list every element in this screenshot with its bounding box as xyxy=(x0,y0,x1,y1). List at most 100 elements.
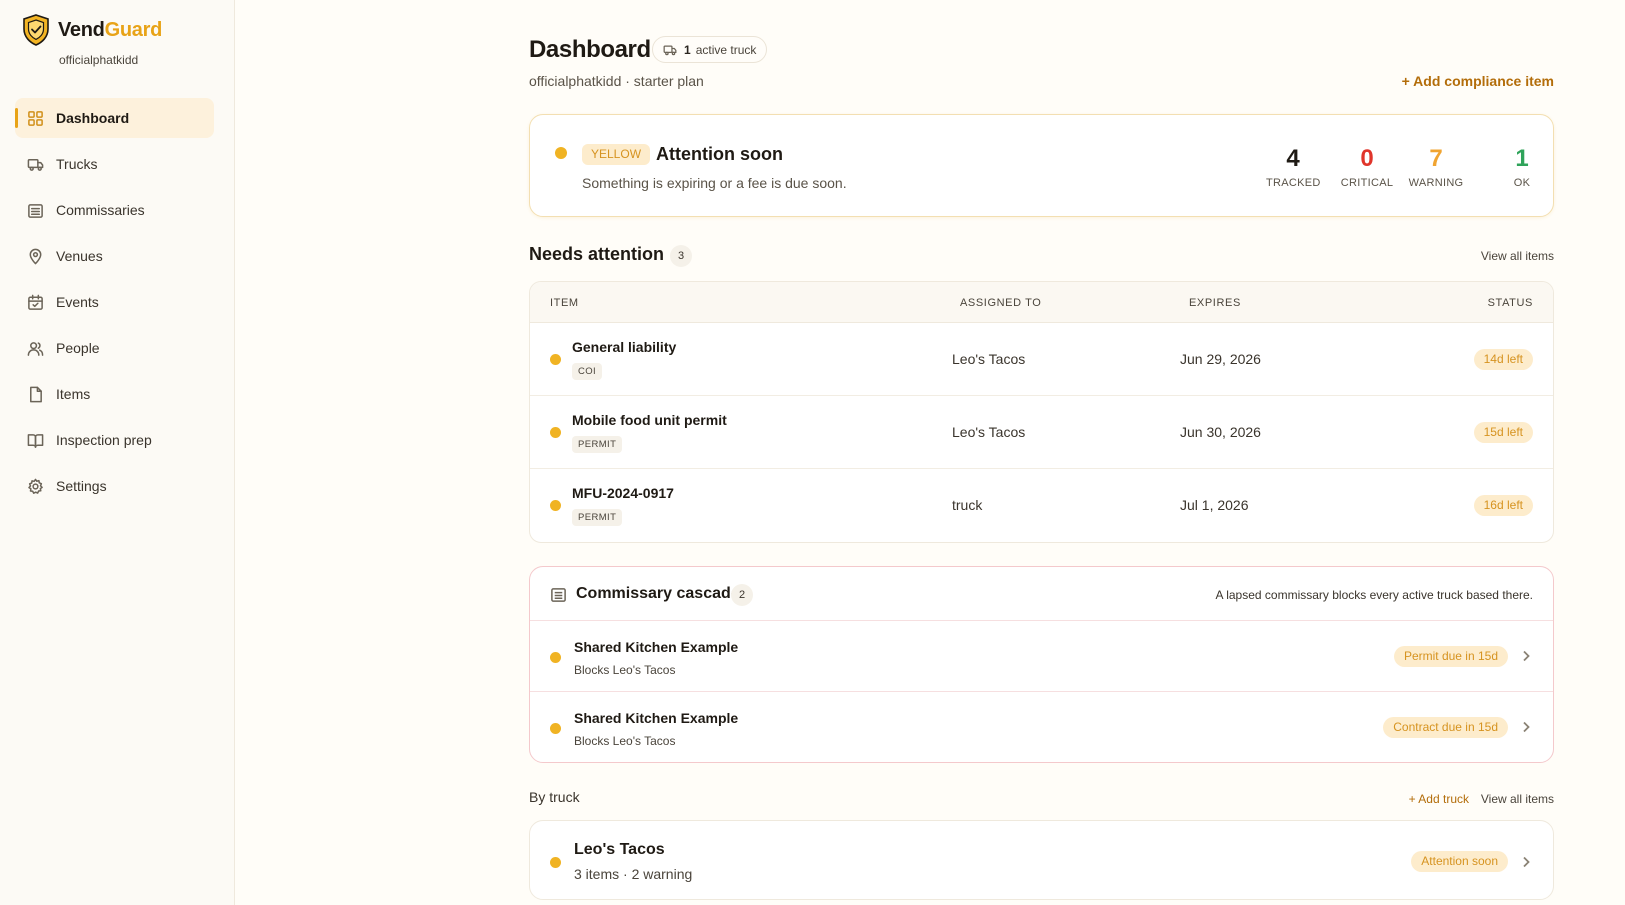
item-name: Mobile food unit permit xyxy=(572,412,727,428)
sidebar-item-label: Inspection prep xyxy=(56,432,152,448)
sidebar-item-commissaries[interactable]: Commissaries xyxy=(15,190,214,230)
blocks-text: Blocks Leo's Tacos xyxy=(574,734,676,748)
brand-username: officialphatkidd xyxy=(59,53,139,67)
needs-attention-table: ITEM ASSIGNED TO EXPIRES STATUS General … xyxy=(529,281,1554,543)
table-header: ITEM ASSIGNED TO EXPIRES STATUS xyxy=(530,282,1553,323)
status-badge: 15d left xyxy=(1473,422,1533,443)
expiry-date: Jun 30, 2026 xyxy=(1180,424,1261,440)
view-all-items-link[interactable]: View all items xyxy=(1481,249,1554,263)
blocks-text: Blocks Leo's Tacos xyxy=(574,663,676,677)
sidebar-item-label: Settings xyxy=(56,478,107,494)
status-badge: Attention soon xyxy=(1411,851,1508,872)
cascade-title: Commissary cascade xyxy=(576,585,740,602)
sidebar-item-label: Events xyxy=(56,294,99,310)
cascade-row[interactable]: Shared Kitchen Example Blocks Leo's Taco… xyxy=(530,692,1553,762)
page-title: Dashboard xyxy=(529,36,651,63)
metric-value: 7 xyxy=(1429,145,1443,172)
active-trucks-label: active truck xyxy=(695,42,757,57)
map-pin-icon xyxy=(29,248,42,264)
status-dot xyxy=(555,147,567,159)
brand-name: VendGuard xyxy=(58,18,162,41)
status-dot xyxy=(550,857,561,868)
sidebar-item-label: People xyxy=(56,340,100,356)
cascade-row[interactable]: Shared Kitchen Example Blocks Leo's Taco… xyxy=(530,621,1553,692)
sidebar-item-label: Items xyxy=(56,386,91,402)
column-header-expires: EXPIRES xyxy=(1189,297,1241,309)
sidebar: VendGuard officialphatkidd Dashboard Tru… xyxy=(0,0,235,905)
metric-value: 1 xyxy=(1515,145,1529,172)
item-name: MFU-2024-0917 xyxy=(572,485,674,501)
sidebar-item-trucks[interactable]: Trucks xyxy=(15,144,214,184)
truck-icon xyxy=(663,44,677,55)
column-header-assigned-to: ASSIGNED TO xyxy=(960,297,1042,309)
sidebar-item-people[interactable]: People xyxy=(15,328,214,368)
status-dot xyxy=(550,723,561,734)
assigned-to: Leo's Tacos xyxy=(952,424,1026,440)
sidebar-item-label: Trucks xyxy=(56,156,98,172)
assigned-to: Leo's Tacos xyxy=(952,351,1026,367)
active-trucks-pill: 1 active truck xyxy=(652,36,768,63)
status-dot xyxy=(550,427,561,438)
status-badge: 14d left xyxy=(1473,349,1533,370)
gear-icon xyxy=(28,478,43,494)
status-badge: 16d left xyxy=(1473,495,1533,516)
status-description: Something is expiring or a fee is due so… xyxy=(582,175,847,191)
add-truck-link[interactable]: + Add truck xyxy=(1409,792,1469,806)
sidebar-item-venues[interactable]: Venues xyxy=(15,236,214,276)
status-badge: Contract due in 15d xyxy=(1383,717,1508,738)
account-subtitle: officialphatkidd · starter plan xyxy=(529,73,704,89)
view-all-items-link[interactable]: View all items xyxy=(1481,792,1554,806)
metric-label: WARNING xyxy=(1408,177,1464,189)
commissary-name: Shared Kitchen Example xyxy=(574,710,739,726)
status-summary-card: YELLOW Attention soon Something is expir… xyxy=(529,114,1554,217)
metric-ok: 1 OK xyxy=(1507,145,1537,189)
truck-meta: 3 items · 2 warning xyxy=(574,866,693,882)
status-dot xyxy=(550,500,561,511)
sidebar-item-settings[interactable]: Settings xyxy=(15,466,214,506)
sidebar-item-events[interactable]: Events xyxy=(15,282,214,322)
truck-card[interactable]: Leo's Tacos 3 items · 2 warning Attentio… xyxy=(529,820,1554,900)
metric-label: CRITICAL xyxy=(1340,177,1394,189)
commissary-cascade-card: Commissary cascade 2 A lapsed commissary… xyxy=(529,566,1554,763)
status-level-tag: YELLOW xyxy=(582,144,651,165)
metric-warning: 7 WARNING xyxy=(1406,145,1466,189)
status-title: Attention soon xyxy=(656,144,783,164)
item-name: General liability xyxy=(572,339,677,355)
metric-critical: 0 CRITICAL xyxy=(1339,145,1395,189)
add-compliance-item-link[interactable]: + Add compliance item xyxy=(1402,73,1554,89)
metric-label: TRACKED xyxy=(1266,177,1321,189)
calendar-icon xyxy=(28,294,43,310)
chevron-right-icon xyxy=(1523,650,1530,662)
users-icon xyxy=(27,341,44,356)
sidebar-item-items[interactable]: Items xyxy=(15,374,214,414)
cascade-header: Commissary cascade 2 A lapsed commissary… xyxy=(530,567,1553,621)
cascade-count: 2 xyxy=(731,584,753,606)
building-icon xyxy=(28,203,43,218)
cascade-note: A lapsed commissary blocks every active … xyxy=(1215,588,1533,602)
assigned-to: truck xyxy=(952,497,983,513)
grid-icon xyxy=(28,110,43,126)
expiry-date: Jun 29, 2026 xyxy=(1180,351,1261,367)
sidebar-item-label: Commissaries xyxy=(56,202,145,218)
file-icon xyxy=(30,386,42,402)
needs-attention-count: 3 xyxy=(670,245,692,267)
status-dot xyxy=(550,652,561,663)
brand-logo[interactable]: VendGuard xyxy=(22,14,162,46)
shield-logo-icon xyxy=(23,14,49,46)
metric-value: 4 xyxy=(1286,145,1300,172)
sidebar-item-inspection-prep[interactable]: Inspection prep xyxy=(15,420,214,460)
truck-icon xyxy=(27,158,44,171)
sidebar-nav: Dashboard Trucks Commissaries Venues Eve… xyxy=(15,98,214,512)
sidebar-item-label: Dashboard xyxy=(56,110,130,126)
commissary-name: Shared Kitchen Example xyxy=(574,639,739,655)
table-row[interactable]: General liability COI Leo's Tacos Jun 29… xyxy=(530,323,1553,396)
active-trucks-count: 1 xyxy=(684,42,691,57)
column-header-item: ITEM xyxy=(550,297,579,309)
table-row[interactable]: Mobile food unit permit PERMIT Leo's Tac… xyxy=(530,396,1553,469)
table-row[interactable]: MFU-2024-0917 PERMIT truck Jul 1, 2026 1… xyxy=(530,469,1553,542)
expiry-date: Jul 1, 2026 xyxy=(1180,497,1249,513)
building-icon xyxy=(551,588,566,602)
book-icon xyxy=(27,433,44,448)
sidebar-item-dashboard[interactable]: Dashboard xyxy=(15,98,214,138)
metric-label: OK xyxy=(1513,177,1531,189)
